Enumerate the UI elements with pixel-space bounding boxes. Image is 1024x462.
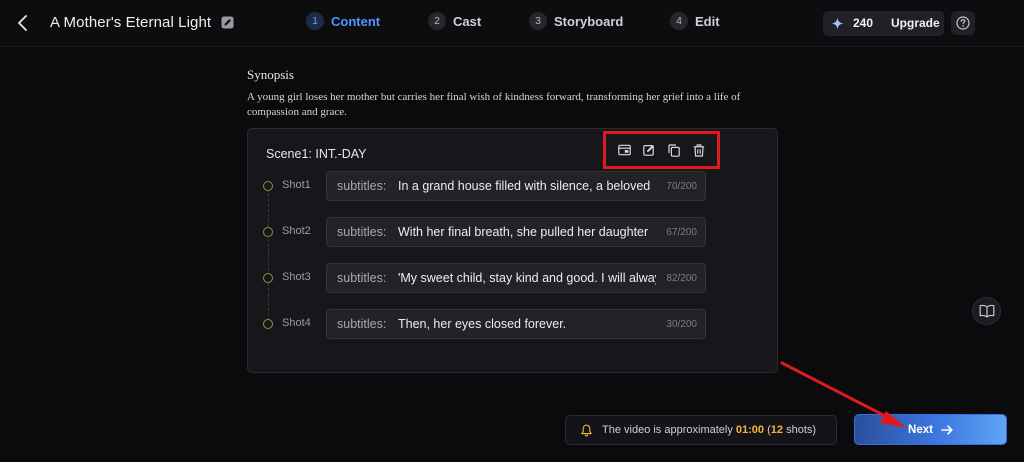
- step-storyboard[interactable]: 3 Storyboard: [529, 12, 623, 30]
- duration-text: The video is approximately 01:00 (12 sho…: [602, 424, 817, 436]
- question-circle-icon: [956, 16, 970, 30]
- scene-card: Scene1: INT.-DAY Shot1 subtitles: In a g…: [247, 128, 778, 373]
- trash-icon: [693, 143, 704, 157]
- sparkle-icon: [831, 17, 844, 30]
- help-button[interactable]: [951, 11, 975, 35]
- subtitle-key: subtitles:: [337, 225, 387, 239]
- step-label: Edit: [695, 13, 720, 29]
- step-number: 2: [428, 12, 446, 30]
- delete-scene-button[interactable]: [691, 142, 707, 158]
- synopsis-text: A young girl loses her mother but carrie…: [247, 91, 741, 118]
- shot-row: Shot1 subtitles: In a grand house filled…: [248, 171, 779, 201]
- subtitle-input[interactable]: subtitles: Then, her eyes closed forever…: [326, 309, 706, 339]
- step-edit[interactable]: 4 Edit: [670, 12, 720, 30]
- credits-panel: 240 Upgrade: [823, 11, 944, 36]
- arrow-right-icon: [941, 424, 953, 435]
- char-count: 82/200: [666, 273, 697, 284]
- copy-scene-button[interactable]: [666, 142, 682, 158]
- shot-marker: [263, 273, 273, 283]
- copy-icon: [668, 143, 680, 157]
- shots-count: 12: [770, 424, 784, 436]
- scene-card-icon: [618, 144, 631, 156]
- char-count: 70/200: [666, 181, 697, 192]
- shot-row: Shot2 subtitles: With her final breath, …: [248, 217, 779, 247]
- step-label: Content: [331, 13, 381, 29]
- shot-label: Shot2: [282, 225, 311, 237]
- char-count: 30/200: [666, 319, 697, 330]
- subtitle-key: subtitles:: [337, 271, 387, 285]
- credit-count: 240: [853, 16, 874, 30]
- shot-timeline: [268, 189, 269, 321]
- top-bar: A Mother's Eternal Light 1 Content 2 Cas…: [0, 0, 1024, 47]
- next-label: Next: [908, 423, 933, 436]
- shot-label: Shot3: [282, 271, 311, 283]
- subtitle-text: In a grand house filled with silence, a …: [398, 179, 651, 193]
- duration-info: The video is approximately 01:00 (12 sho…: [565, 415, 837, 445]
- step-label: Storyboard: [554, 13, 624, 29]
- shot-marker: [263, 319, 273, 329]
- bell-icon: [581, 424, 592, 437]
- shot-row: Shot3 subtitles: 'My sweet child, stay k…: [248, 263, 779, 293]
- subtitle-input[interactable]: subtitles: With her final breath, she pu…: [326, 217, 706, 247]
- back-button[interactable]: [12, 12, 34, 34]
- step-content[interactable]: 1 Content: [306, 12, 380, 30]
- scene-settings-button[interactable]: [616, 142, 632, 158]
- edit-scene-button[interactable]: [641, 142, 657, 158]
- shot-label: Shot1: [282, 179, 311, 191]
- shot-label: Shot4: [282, 317, 311, 329]
- subtitle-text: Then, her eyes closed forever.: [398, 317, 567, 331]
- step-number: 3: [529, 12, 547, 30]
- step-cast[interactable]: 2 Cast: [428, 12, 481, 30]
- duration-value: 01:00: [735, 424, 765, 436]
- edit-icon: [221, 16, 233, 28]
- step-number: 1: [306, 12, 324, 30]
- open-book-icon: [979, 304, 994, 318]
- shot-marker: [263, 227, 273, 237]
- next-button[interactable]: Next: [854, 414, 1007, 445]
- shot-row: Shot4 subtitles: Then, her eyes closed f…: [248, 309, 779, 339]
- book-button[interactable]: [972, 297, 1001, 325]
- step-label: Cast: [453, 13, 482, 29]
- scene-toolbar: [603, 131, 720, 169]
- subtitle-input[interactable]: subtitles: 'My sweet child, stay kind an…: [326, 263, 706, 293]
- project-title: A Mother's Eternal Light: [50, 14, 212, 31]
- edit-icon: [643, 145, 654, 156]
- edit-title-button[interactable]: [220, 15, 234, 29]
- subtitle-text: 'My sweet child, stay kind and good. I w…: [398, 271, 656, 285]
- subtitle-key: subtitles:: [337, 179, 387, 193]
- scene-title: Scene1: INT.-DAY: [266, 147, 367, 161]
- synopsis-heading: Synopsis: [247, 67, 294, 82]
- char-count: 67/200: [666, 227, 697, 238]
- upgrade-button[interactable]: Upgrade: [891, 16, 940, 30]
- subtitle-key: subtitles:: [337, 317, 387, 331]
- step-number: 4: [670, 12, 688, 30]
- subtitle-input[interactable]: subtitles: In a grand house filled with …: [326, 171, 706, 201]
- shot-marker: [263, 181, 273, 191]
- subtitle-text: With her final breath, she pulled her da…: [398, 225, 649, 239]
- chevron-left-icon: [18, 15, 27, 31]
